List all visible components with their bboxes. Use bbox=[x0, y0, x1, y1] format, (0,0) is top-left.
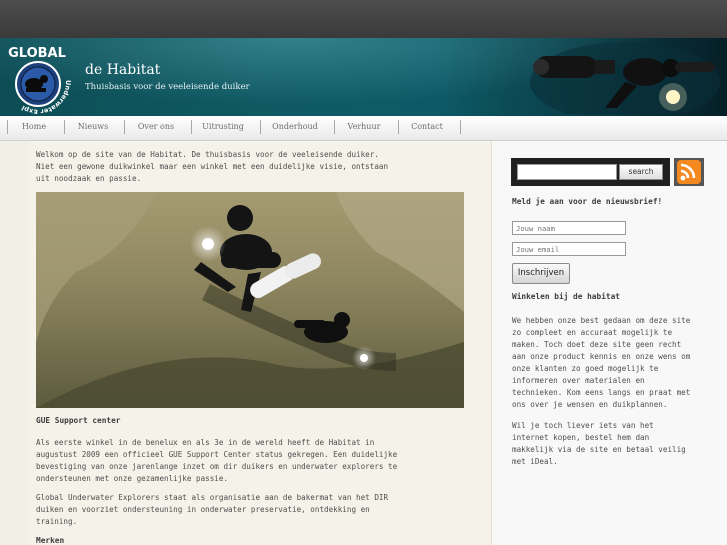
nav-separator bbox=[260, 120, 261, 134]
name-field[interactable] bbox=[512, 221, 626, 235]
gue-logo[interactable]: GLOBAL Underwater Explorers bbox=[4, 40, 74, 114]
gue-text-line-2: augustust 2009 een officieel GUE Support… bbox=[36, 450, 398, 459]
nav-separator bbox=[124, 120, 125, 134]
shop-heading: Winkelen bij de habitat bbox=[512, 292, 620, 301]
shop-text-line-1: We hebben onze best gedaan om deze site bbox=[512, 316, 691, 325]
nav-home[interactable]: Home bbox=[12, 116, 56, 140]
intro-line-2: Niet een gewone duikwinkel maar een wink… bbox=[36, 162, 389, 171]
intro-line-3: uit noodzaak en passie. bbox=[36, 174, 142, 183]
shop-text-line-8: ons over je wensen en duikplannen. bbox=[512, 400, 668, 409]
gue-text2-line-2: duiken en voorziet ondersteuning in onde… bbox=[36, 505, 370, 514]
shop-text-line-4: aan onze product kennis en onze wens om bbox=[512, 352, 691, 361]
gue-text2-line-3: training. bbox=[36, 517, 78, 526]
diver-scooter-image bbox=[530, 42, 720, 114]
top-bar bbox=[0, 0, 727, 38]
logo-text-top: GLOBAL bbox=[8, 46, 66, 61]
site-subtitle: Thuisbasis voor de veeleisende duiker bbox=[85, 82, 250, 92]
shop-text-line-5: onze klanten zo goed mogelijk te bbox=[512, 364, 659, 373]
nav-separator bbox=[64, 120, 65, 134]
intro-line-1: Welkom op de site van de Habitat. De thu… bbox=[36, 150, 379, 159]
shop-text2-line-3: makkelijk via de site en betaal veilig bbox=[512, 445, 686, 454]
email-field[interactable] bbox=[512, 242, 626, 256]
nav-separator bbox=[191, 120, 192, 134]
nav-uitrusting[interactable]: Uitrusting bbox=[197, 116, 249, 140]
nav-over-ons[interactable]: Over ons bbox=[130, 116, 182, 140]
nav-separator bbox=[7, 120, 8, 134]
rss-icon[interactable] bbox=[674, 158, 704, 186]
site-title: de Habitat bbox=[85, 62, 161, 78]
gue-heading: GUE Support center bbox=[36, 416, 121, 425]
search-button[interactable]: search bbox=[619, 164, 663, 180]
shop-text2-line-2: internet kopen, bestel hem dan bbox=[512, 433, 650, 442]
main-navigation: Home Nieuws Over ons Uitrusting Onderhou… bbox=[0, 116, 727, 141]
cave-diver-photo bbox=[36, 192, 464, 408]
shop-text-line-6: informeren over materialen en bbox=[512, 376, 645, 385]
subscribe-button[interactable]: Inschrijven bbox=[512, 263, 570, 284]
left-margin bbox=[0, 141, 28, 545]
gue-text2-line-1: Global Underwater Explorers staat als or… bbox=[36, 493, 389, 502]
shop-text-line-7: technieken. Kom eens langs en praat met bbox=[512, 388, 691, 397]
nav-contact[interactable]: Contact bbox=[404, 116, 450, 140]
shop-text-line-3: maken. Toch doet deze site geen recht bbox=[512, 340, 682, 349]
shop-text-line-2: zo compleet en accuraat mogelijk te bbox=[512, 328, 673, 337]
gue-text-line-1: Als eerste winkel in de benelux en als 3… bbox=[36, 438, 375, 447]
nav-onderhoud[interactable]: Onderhoud bbox=[266, 116, 324, 140]
nav-separator bbox=[334, 120, 335, 134]
gue-text-line-4: ondersteunen met onze gezamenlijke passi… bbox=[36, 474, 229, 483]
nav-separator bbox=[460, 120, 461, 134]
shop-text2-line-1: Wil je toch liever iets van het bbox=[512, 421, 654, 430]
merken-heading: Merken bbox=[36, 536, 65, 545]
nav-separator bbox=[398, 120, 399, 134]
newsletter-heading: Meld je aan voor de nieuwsbrief! bbox=[512, 197, 663, 206]
nav-nieuws[interactable]: Nieuws bbox=[70, 116, 116, 140]
gue-text-line-3: bevestiging van onze jarenlange inzet om… bbox=[36, 462, 398, 471]
header-banner: GLOBAL Underwater Explorers de Habitat T… bbox=[0, 38, 727, 116]
shop-text2-line-4: met iDeal. bbox=[512, 457, 558, 466]
nav-verhuur[interactable]: Verhuur bbox=[340, 116, 388, 140]
search-input[interactable] bbox=[517, 164, 617, 180]
